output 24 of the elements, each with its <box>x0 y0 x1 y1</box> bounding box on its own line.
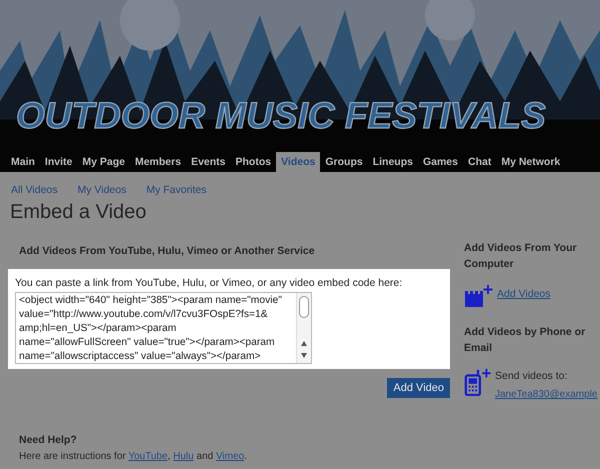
nav-tab[interactable]: Photos <box>230 152 276 172</box>
nav-tab[interactable]: Invite <box>40 152 78 172</box>
send-videos-label: Send videos to: <box>495 370 568 382</box>
help-heading: Need Help? <box>19 434 78 446</box>
nav-tab[interactable]: Chat <box>463 152 496 172</box>
nav-tab[interactable]: Games <box>418 152 463 172</box>
section-heading: Add Videos From YouTube, Hulu, Vimeo or Another Service <box>19 245 316 257</box>
nav-tab[interactable]: Members <box>130 152 186 172</box>
nav-tab[interactable]: My Page <box>77 152 130 172</box>
section-heading: Add Videos From Your Computer <box>464 241 578 272</box>
embed-code-field[interactable]: <object width="640" height="385"><param name="movie" value="http://www.youtube.com/v/l7cvu3FOspE?fs=1& amp;hl=en_US"></param><param name="allowFullScreen" value="true"></param><param name="allowscriptaccess" value="always"></param> <box>15 292 312 364</box>
nav-tab[interactable]: Events <box>186 152 231 172</box>
section-heading: Add Videos by Phone or Email <box>464 325 586 356</box>
phone-add-icon <box>464 368 492 396</box>
site-title: OUTDOOR MUSIC FESTIVALS <box>16 95 546 137</box>
page-title: Embed a Video <box>10 201 148 224</box>
nav-tab[interactable]: My Network <box>496 152 566 172</box>
help-text: Here are instructions for YouTube, Hulu and Vimeo. <box>19 451 248 462</box>
nav-tab[interactable]: Lineups <box>368 152 418 172</box>
video-add-icon <box>464 284 494 308</box>
field-label: You can paste a link from YouTube, Hulu, or Vimeo, or any video embed code here: <box>15 277 404 289</box>
nav-tab[interactable]: Main <box>6 152 40 172</box>
add-video-button[interactable]: Add Video <box>387 378 450 398</box>
nav-tab[interactable]: Groups <box>320 152 368 172</box>
